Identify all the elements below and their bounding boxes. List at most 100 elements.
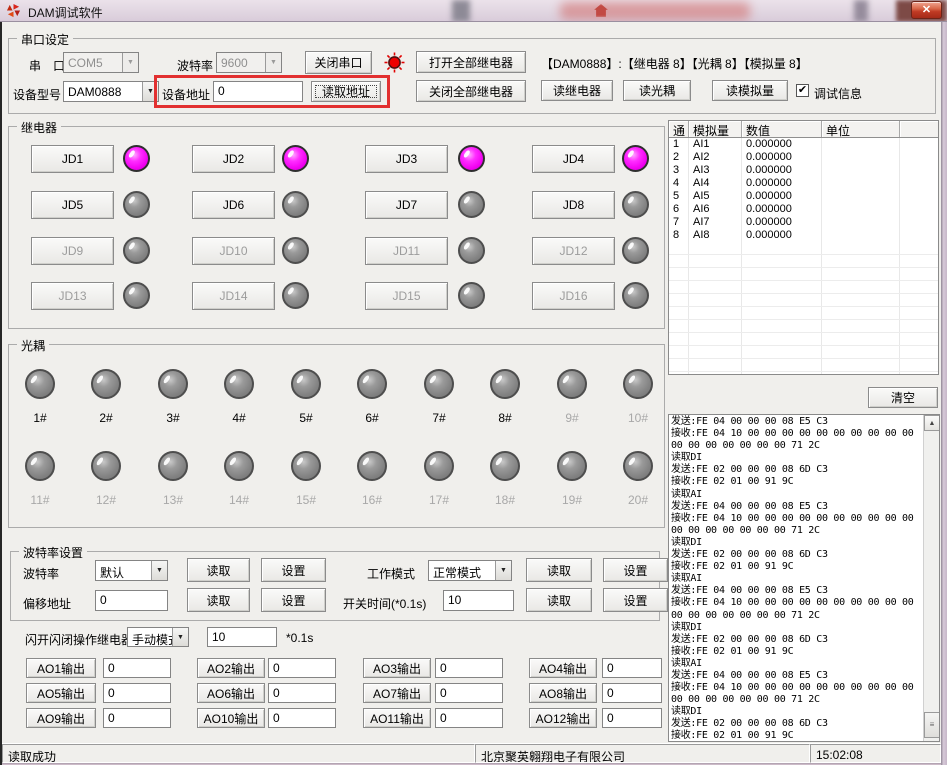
cell-unit bbox=[822, 216, 900, 229]
com-port-select[interactable]: COM5 ▼ bbox=[63, 52, 139, 73]
cell-channel: 8 bbox=[669, 229, 689, 242]
flash-mode-select[interactable]: 手动模式 ▼ bbox=[127, 627, 189, 647]
ao9-value-input[interactable]: 0 bbox=[103, 708, 171, 728]
ao3-value-input[interactable]: 0 bbox=[435, 658, 503, 678]
ao8-value-input[interactable]: 0 bbox=[602, 683, 662, 703]
ao8-output-button[interactable]: AO8输出 bbox=[529, 683, 597, 703]
cell-unit bbox=[822, 190, 900, 203]
read-opto-button[interactable]: 读光耦 bbox=[623, 80, 691, 101]
switch-time-input[interactable]: 10 bbox=[443, 590, 514, 611]
baud-setting-select[interactable]: 默认 ▼ bbox=[95, 560, 168, 581]
opto-label-12: 12# bbox=[91, 493, 121, 507]
baud-set-button[interactable]: 设置 bbox=[261, 558, 326, 582]
relay-button-jd9[interactable]: JD9 bbox=[31, 237, 114, 265]
relay-button-jd13[interactable]: JD13 bbox=[31, 282, 114, 310]
opto-led-7 bbox=[424, 369, 454, 399]
offset-address-input[interactable]: 0 bbox=[95, 590, 168, 611]
model-select[interactable]: DAM0888 ▼ bbox=[63, 81, 159, 102]
ao10-value-input[interactable]: 0 bbox=[268, 708, 336, 728]
relay-button-jd10[interactable]: JD10 bbox=[192, 237, 275, 265]
title-bar: DAM调试软件 ✕ bbox=[0, 0, 947, 22]
flash-operation-label: 闪开闪闭操作继电器 bbox=[25, 631, 133, 648]
opto-label-3: 3# bbox=[158, 411, 188, 425]
clear-log-button[interactable]: 清空 bbox=[868, 387, 938, 408]
relay-button-jd6[interactable]: JD6 bbox=[192, 191, 275, 219]
opto-led-10 bbox=[623, 369, 653, 399]
relay-button-jd8[interactable]: JD8 bbox=[532, 191, 615, 219]
ao5-value-input[interactable]: 0 bbox=[103, 683, 171, 703]
debug-log[interactable]: 发送:FE 04 00 00 00 08 E5 C3接收:FE 04 10 00… bbox=[668, 414, 940, 742]
close-serial-button[interactable]: 关闭串口 bbox=[305, 51, 372, 74]
table-row: 6 AI6 0.000000 bbox=[669, 203, 938, 216]
offset-set-button[interactable]: 设置 bbox=[261, 588, 326, 612]
open-all-relays-button[interactable]: 打开全部继电器 bbox=[416, 51, 526, 73]
close-icon[interactable]: ✕ bbox=[911, 1, 942, 19]
col-header-unit[interactable]: 单位 bbox=[822, 121, 900, 137]
ao3-output-button[interactable]: AO3输出 bbox=[363, 658, 431, 678]
cell-channel: 4 bbox=[669, 177, 689, 190]
col-header-channel[interactable]: 通 bbox=[669, 121, 689, 137]
baud-select[interactable]: 9600 ▼ bbox=[216, 52, 282, 73]
window-border bbox=[0, 22, 2, 765]
opto-label-15: 15# bbox=[291, 493, 321, 507]
ao2-value-input[interactable]: 0 bbox=[268, 658, 336, 678]
switch-time-read-button[interactable]: 读取 bbox=[526, 588, 592, 612]
ao2-output-button[interactable]: AO2输出 bbox=[197, 658, 265, 678]
debug-info-checkbox[interactable]: ✔ bbox=[796, 84, 809, 97]
opto-led-20 bbox=[623, 451, 653, 481]
switch-time-set-button[interactable]: 设置 bbox=[603, 588, 668, 612]
ao9-output-button[interactable]: AO9输出 bbox=[26, 708, 96, 728]
relay-button-jd1[interactable]: JD1 bbox=[31, 145, 114, 173]
ao4-output-button[interactable]: AO4输出 bbox=[529, 658, 597, 678]
cell-value: 0.000000 bbox=[742, 203, 822, 216]
ao11-output-button[interactable]: AO11输出 bbox=[363, 708, 431, 728]
relay-button-jd4[interactable]: JD4 bbox=[532, 145, 615, 173]
relay-led-jd4 bbox=[622, 145, 649, 172]
relay-button-jd12[interactable]: JD12 bbox=[532, 237, 615, 265]
offset-read-button[interactable]: 读取 bbox=[187, 588, 250, 612]
ao7-value-input[interactable]: 0 bbox=[435, 683, 503, 703]
device-address-input[interactable]: 0 bbox=[213, 81, 303, 102]
baud-settings-group: 波特率设置 波特率 默认 ▼ 读取 设置 工作模式 正常模式 ▼ 读取 设置 偏… bbox=[10, 551, 660, 621]
ao10-output-button[interactable]: AO10输出 bbox=[197, 708, 265, 728]
relay-led-jd9 bbox=[123, 237, 150, 264]
ao12-output-button[interactable]: AO12输出 bbox=[529, 708, 597, 728]
baud-read-button[interactable]: 读取 bbox=[187, 558, 250, 582]
scroll-up-icon[interactable]: ▲ bbox=[924, 415, 940, 431]
serial-settings-group: 串口设定 串 口 COM5 ▼ 波特率 9600 ▼ 关闭串口 打开全部继电器 … bbox=[8, 38, 936, 114]
work-mode-read-button[interactable]: 读取 bbox=[526, 558, 592, 582]
ao4-value-input[interactable]: 0 bbox=[602, 658, 662, 678]
col-header-analog[interactable]: 模拟量 bbox=[689, 121, 742, 137]
ao7-output-button[interactable]: AO7输出 bbox=[363, 683, 431, 703]
relay-button-jd3[interactable]: JD3 bbox=[365, 145, 448, 173]
ao5-output-button[interactable]: AO5输出 bbox=[26, 683, 96, 703]
ao11-value-input[interactable]: 0 bbox=[435, 708, 503, 728]
relay-button-jd7[interactable]: JD7 bbox=[365, 191, 448, 219]
read-analog-button[interactable]: 读模拟量 bbox=[712, 80, 788, 101]
relay-button-jd11[interactable]: JD11 bbox=[365, 237, 448, 265]
col-header-value[interactable]: 数值 bbox=[742, 121, 822, 137]
ao6-output-button[interactable]: AO6输出 bbox=[197, 683, 265, 703]
relay-button-jd15[interactable]: JD15 bbox=[365, 282, 448, 310]
relay-button-jd16[interactable]: JD16 bbox=[532, 282, 615, 310]
cell-unit bbox=[822, 164, 900, 177]
relay-button-jd5[interactable]: JD5 bbox=[31, 191, 114, 219]
scrollbar-thumb[interactable]: ≡ bbox=[924, 712, 940, 738]
cell-unit bbox=[822, 229, 900, 242]
read-relay-button[interactable]: 读继电器 bbox=[541, 80, 613, 101]
relay-button-jd14[interactable]: JD14 bbox=[192, 282, 275, 310]
flash-time-input[interactable]: 10 bbox=[207, 627, 277, 647]
ao1-output-button[interactable]: AO1输出 bbox=[26, 658, 96, 678]
opto-label-10: 10# bbox=[623, 411, 653, 425]
work-mode-select[interactable]: 正常模式 ▼ bbox=[428, 560, 512, 581]
close-all-relays-button[interactable]: 关闭全部继电器 bbox=[416, 80, 526, 102]
relay-button-jd2[interactable]: JD2 bbox=[192, 145, 275, 173]
ao6-value-input[interactable]: 0 bbox=[268, 683, 336, 703]
log-scrollbar[interactable]: ▲ ≡ bbox=[923, 415, 939, 741]
cell-analog: AI3 bbox=[689, 164, 742, 177]
work-mode-set-button[interactable]: 设置 bbox=[603, 558, 668, 582]
read-address-button[interactable]: 读取地址 bbox=[311, 81, 381, 102]
ao1-value-input[interactable]: 0 bbox=[103, 658, 171, 678]
opto-led-14 bbox=[224, 451, 254, 481]
ao12-value-input[interactable]: 0 bbox=[602, 708, 662, 728]
